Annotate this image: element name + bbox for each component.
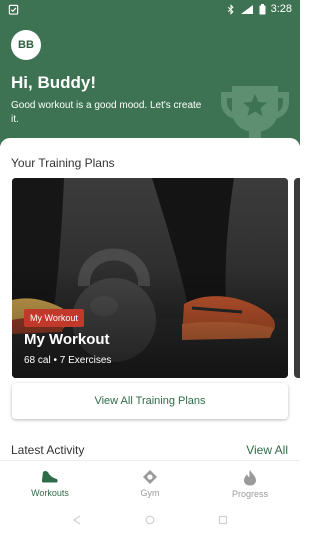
workout-title: My Workout [24, 331, 110, 348]
trophy-icon [221, 86, 289, 146]
latest-activity-title: Latest Activity [11, 443, 85, 457]
nav-label-progress: Progress [231, 488, 268, 499]
status-bar: 3:28 [0, 0, 300, 18]
signal-4g-icon [240, 4, 253, 14]
bluetooth-icon [227, 3, 234, 15]
battery-icon [259, 3, 266, 14]
flame-icon [244, 469, 256, 485]
nav-label-gym: Gym [140, 488, 160, 498]
back-icon[interactable] [72, 515, 82, 525]
nav-item-progress[interactable]: Progress [200, 461, 300, 506]
view-all-training-plans-button[interactable]: View All Training Plans [12, 383, 288, 419]
training-plan-card[interactable]: My Workout My Workout 68 cal • 7 Exercis… [12, 178, 288, 378]
avatar[interactable]: BB [11, 30, 41, 60]
header: BB Hi, Buddy! Good workout is a good moo… [0, 18, 300, 146]
workout-meta: 68 cal • 7 Exercises [24, 355, 112, 366]
workout-tag: My Workout [24, 309, 84, 327]
nav-label-workouts: Workouts [31, 488, 69, 498]
system-nav-bar [0, 506, 300, 533]
home-icon[interactable] [145, 515, 155, 525]
training-plan-card-next[interactable] [294, 178, 300, 378]
clipboard-check-icon [8, 4, 19, 15]
latest-activity-view-all-link[interactable]: View All [246, 443, 288, 457]
location-icon [143, 470, 157, 484]
training-plans-title: Your Training Plans [11, 156, 115, 170]
nav-item-gym[interactable]: Gym [100, 461, 200, 506]
greeting-subtitle: Good workout is a good mood. Let's creat… [11, 100, 202, 125]
greeting-title: Hi, Buddy! [11, 73, 96, 92]
recents-icon[interactable] [218, 515, 228, 525]
nav-item-workouts[interactable]: Workouts [0, 461, 100, 506]
status-time: 3:28 [270, 3, 292, 15]
bottom-nav: Workouts Gym Progress [0, 460, 300, 506]
shoe-icon [42, 470, 58, 483]
content-sheet: Your Training Plans My Workout My Workou… [0, 138, 300, 460]
workout-photo [12, 178, 288, 378]
